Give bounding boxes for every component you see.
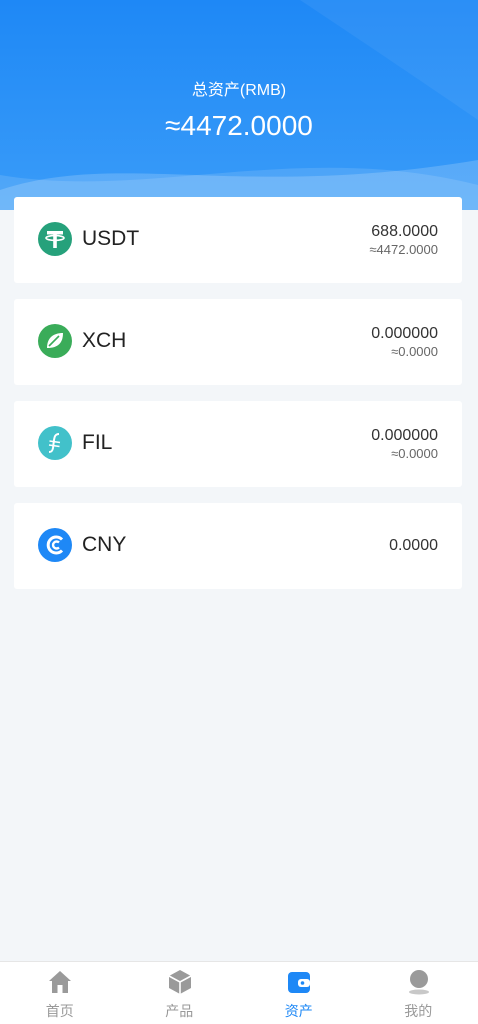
tab-products[interactable]: 产品 [120,962,240,1024]
asset-amount: 688.0000 [371,223,438,240]
tab-label: 首页 [45,1003,74,1019]
asset-approx-value: ≈4472.0000 [369,242,438,257]
tether-icon [38,222,72,256]
asset-amount: 0.000000 [371,427,438,444]
tab-label: 我的 [404,1003,433,1019]
asset-list: USDT 688.0000 ≈4472.0000 XCH 0.000000 ≈0… [14,197,462,605]
tab-assets[interactable]: 资产 [239,962,359,1024]
wallet-icon [288,972,310,993]
header-banner: 总资产(RMB) ≈4472.0000 [0,0,478,210]
asset-amount: 0.000000 [371,325,438,342]
tab-label: 产品 [165,1003,194,1019]
asset-card-cny[interactable]: CNY 0.0000 [14,503,462,589]
total-assets-label: 总资产(RMB) [191,82,287,99]
asset-amount: 0.0000 [389,537,438,554]
asset-name: CNY [82,533,127,556]
total-assets-value: ≈4472.0000 [165,110,313,141]
tab-home[interactable]: 首页 [0,962,120,1024]
cny-icon [38,528,72,562]
asset-name: USDT [82,227,140,250]
asset-card-xch[interactable]: XCH 0.000000 ≈0.0000 [14,299,462,385]
user-icon [408,970,429,995]
asset-card-fil[interactable]: FIL 0.000000 ≈0.0000 [14,401,462,487]
asset-approx-value: ≈0.0000 [391,344,438,359]
header-waves [0,0,478,210]
asset-card-usdt[interactable]: USDT 688.0000 ≈4472.0000 [14,197,462,283]
leaf-icon [38,324,72,358]
asset-approx-value: ≈0.0000 [391,446,438,461]
asset-name: XCH [82,329,127,352]
home-icon [49,971,71,993]
tab-mine[interactable]: 我的 [359,962,478,1024]
bottom-tab-bar: 首页 产品 资产 我的 [0,961,478,1024]
filecoin-icon [38,426,72,460]
tab-label: 资产 [284,1003,313,1019]
box-icon [168,970,191,994]
asset-name: FIL [82,431,113,454]
